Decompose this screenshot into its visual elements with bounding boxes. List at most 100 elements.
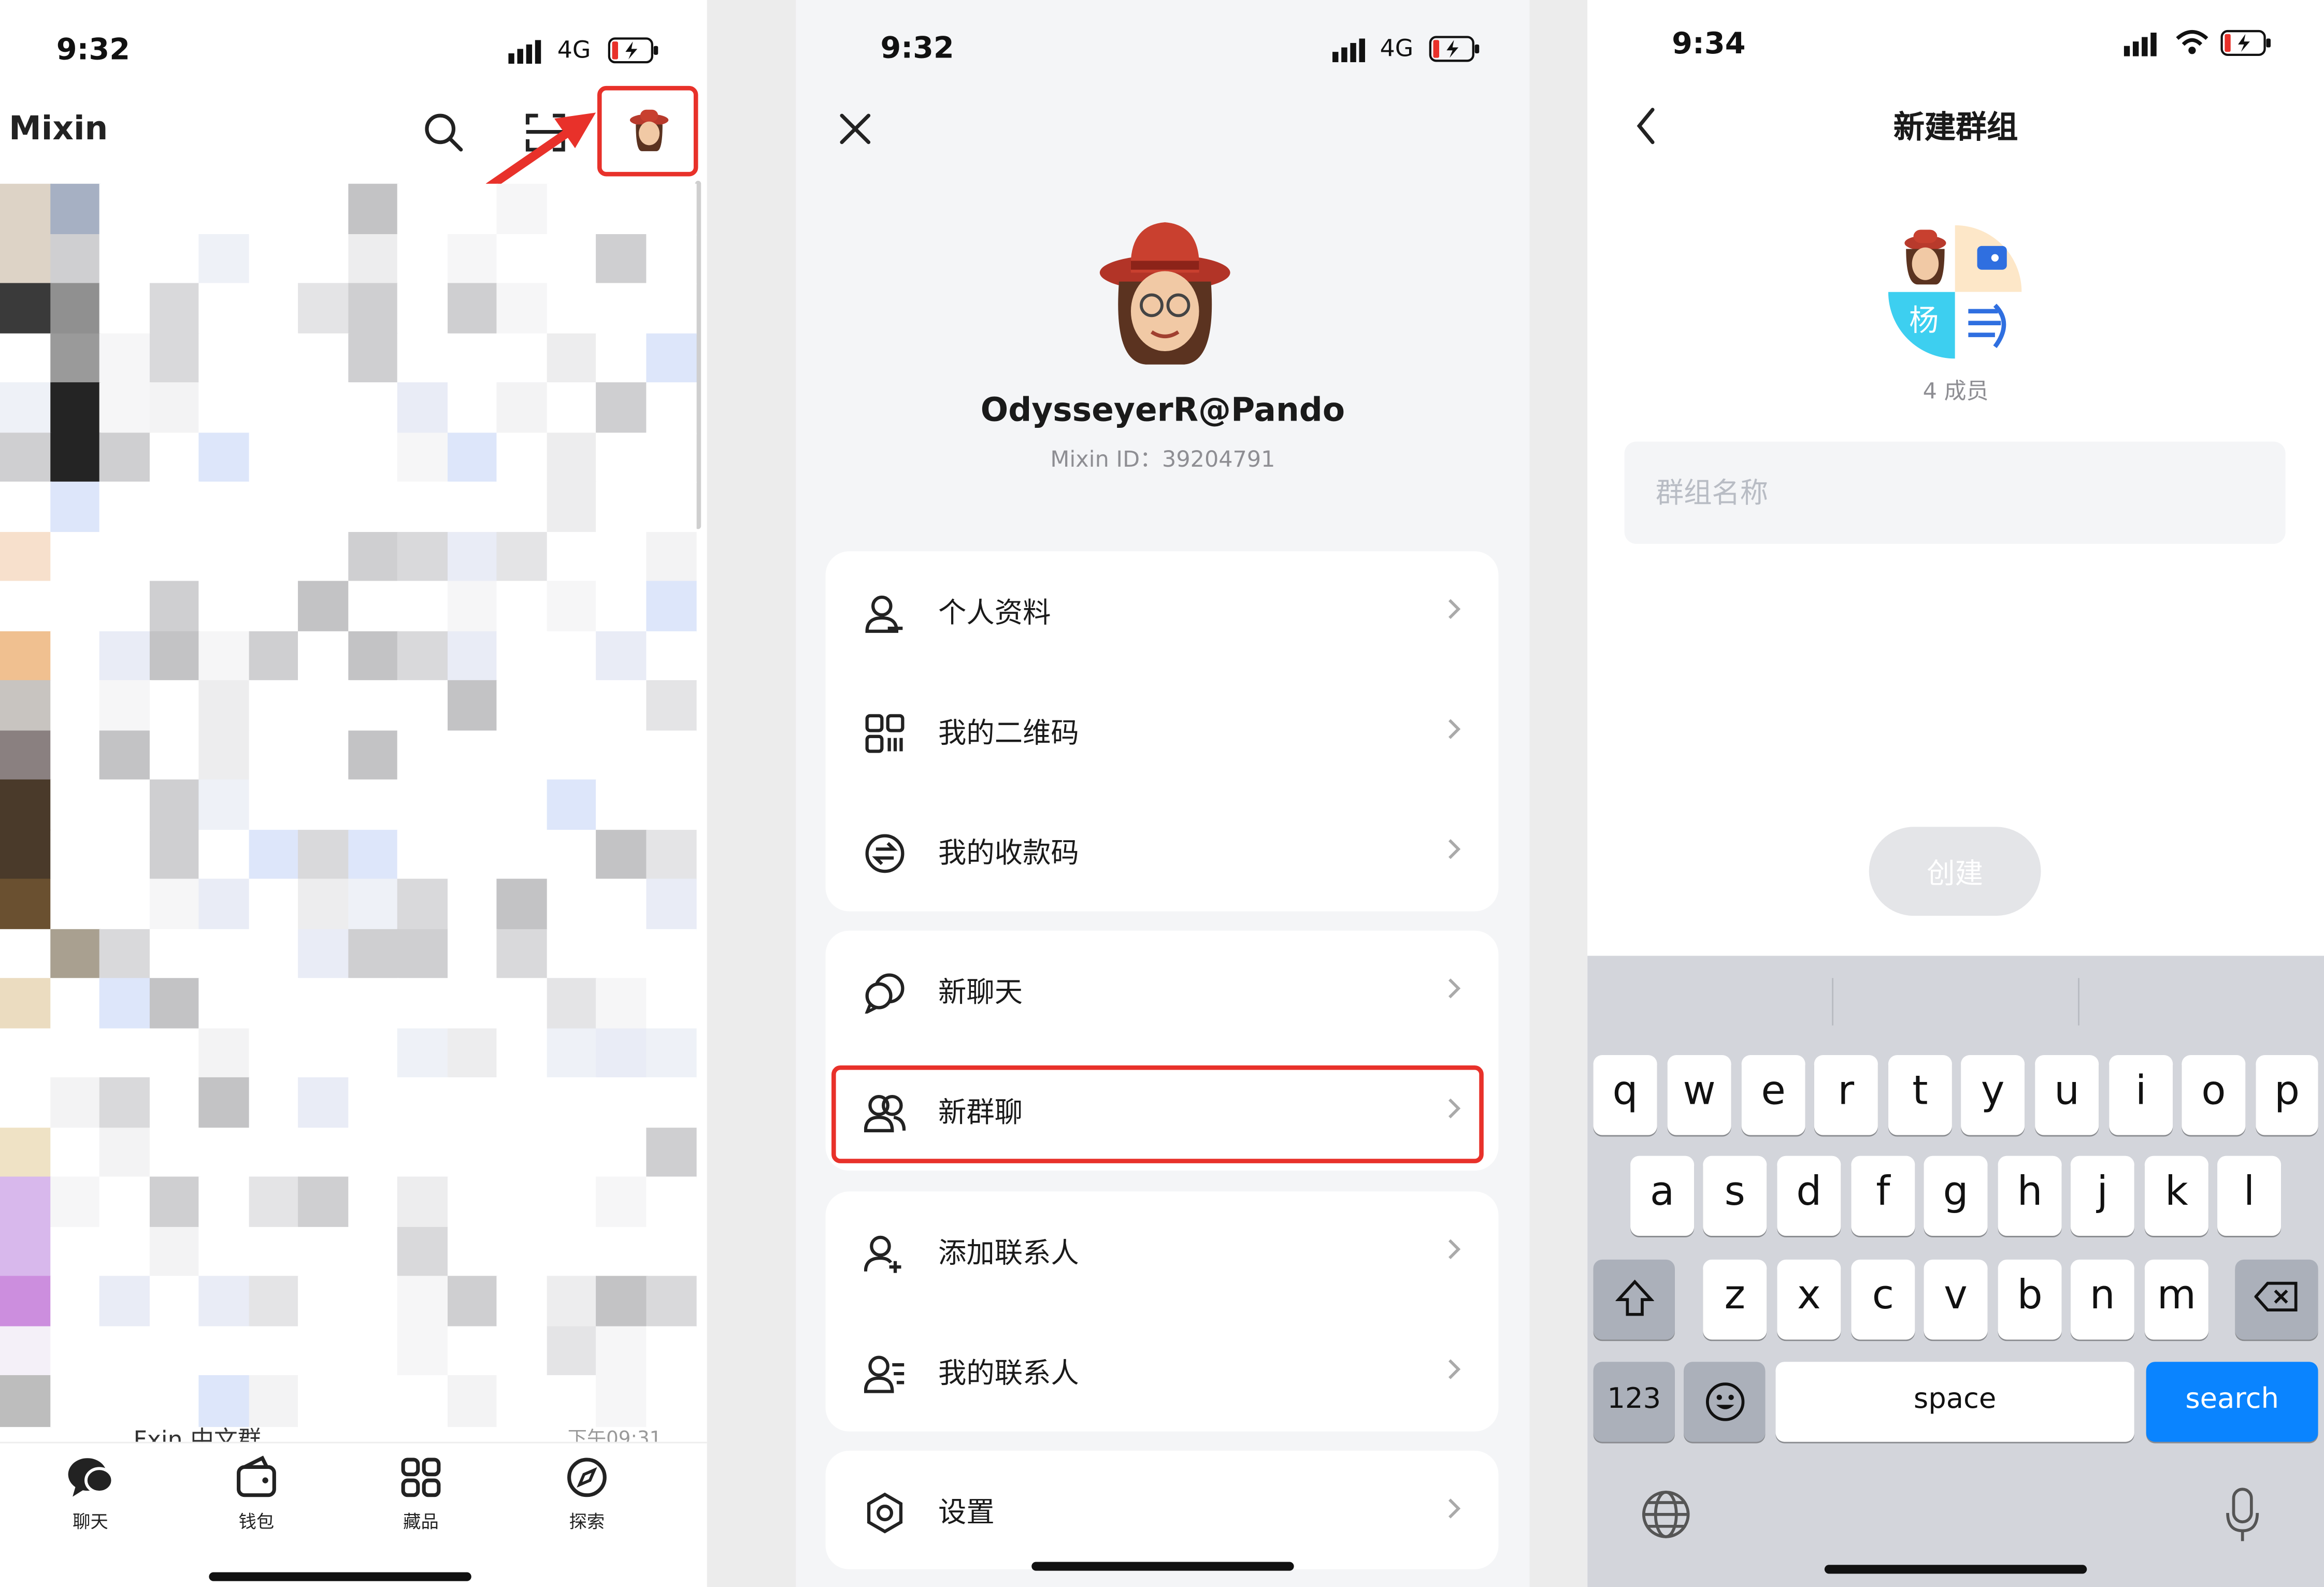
blur-tile — [397, 1127, 449, 1178]
blur-tile — [198, 630, 250, 682]
avatar-button[interactable] — [597, 85, 698, 177]
search-key[interactable]: search — [2146, 1362, 2318, 1442]
menu-item-receive-code[interactable]: 我的收款码 — [826, 791, 1499, 910]
blur-tile — [149, 581, 200, 632]
key-r[interactable]: r — [1814, 1055, 1878, 1135]
key-l[interactable]: l — [2217, 1156, 2282, 1236]
key-z[interactable]: z — [1703, 1259, 1767, 1340]
tab-collectibles[interactable]: 藏品 — [377, 1455, 466, 1534]
menu-item-qr-code[interactable]: 我的二维码 — [826, 671, 1499, 790]
blur-tile — [645, 1077, 697, 1129]
blur-tile — [149, 779, 200, 831]
key-h[interactable]: h — [1998, 1156, 2062, 1236]
blur-tile — [298, 779, 349, 831]
menu-item-settings[interactable]: 设置 — [826, 1451, 1499, 1569]
blur-tile — [645, 978, 697, 1029]
tab-label: 藏品 — [403, 1511, 439, 1533]
blur-tile — [397, 581, 449, 632]
blur-tile — [496, 1325, 548, 1377]
blur-tile — [248, 1276, 299, 1328]
key-g[interactable]: g — [1924, 1156, 1988, 1236]
key-y[interactable]: y — [1961, 1055, 2025, 1135]
menu-item-profile[interactable]: 个人资料 — [826, 551, 1499, 670]
blur-tile — [99, 730, 151, 781]
key-u[interactable]: u — [2035, 1055, 2099, 1135]
key-a[interactable]: a — [1630, 1156, 1695, 1236]
blur-tile — [447, 531, 498, 583]
group-name-input[interactable] — [1624, 441, 2286, 544]
blur-tile — [149, 183, 200, 235]
tab-label: 探索 — [569, 1511, 605, 1533]
blur-tile — [298, 183, 349, 235]
delete-key[interactable] — [2235, 1259, 2318, 1340]
create-button[interactable]: 创建 — [1869, 827, 2041, 916]
key-f[interactable]: f — [1851, 1156, 1915, 1236]
key-w[interactable]: w — [1667, 1055, 1731, 1135]
blur-tile — [198, 1176, 250, 1228]
blur-tile — [546, 481, 597, 533]
tab-wallet[interactable]: 钱包 — [212, 1455, 301, 1534]
menu-item-new-chat[interactable]: 新聊天 — [826, 931, 1499, 1049]
blur-tile — [496, 581, 548, 632]
key-p[interactable]: p — [2256, 1055, 2318, 1135]
blur-tile — [596, 1028, 647, 1079]
blur-tile — [99, 878, 151, 930]
blur-tile — [298, 333, 349, 384]
tab-explore[interactable]: 探索 — [542, 1455, 632, 1534]
blur-tile — [49, 978, 101, 1029]
key-v[interactable]: v — [1924, 1259, 1988, 1340]
globe-icon[interactable] — [1641, 1489, 1691, 1539]
key-j[interactable]: j — [2070, 1156, 2134, 1236]
key-k[interactable]: k — [2144, 1156, 2208, 1236]
tab-label: 钱包 — [238, 1511, 275, 1533]
key-i[interactable]: i — [2109, 1055, 2173, 1135]
blur-tile — [198, 878, 250, 930]
key-o[interactable]: o — [2182, 1055, 2246, 1135]
blur-tile — [248, 1375, 299, 1426]
blur-tile — [298, 878, 349, 930]
menu-item-contacts[interactable]: 我的联系人 — [826, 1311, 1499, 1430]
blur-tile — [49, 183, 101, 235]
blur-tile — [198, 283, 250, 335]
microphone-icon[interactable] — [2225, 1487, 2260, 1543]
shift-key[interactable] — [1593, 1259, 1675, 1340]
key-t[interactable]: t — [1888, 1055, 1952, 1135]
blur-tile — [248, 928, 299, 980]
blur-tile — [496, 829, 548, 881]
blur-tile — [496, 382, 548, 434]
blur-tile — [248, 382, 299, 434]
blur-tile — [248, 233, 299, 285]
chevron-right-icon — [1448, 978, 1461, 999]
tab-chat[interactable]: 聊天 — [46, 1455, 135, 1534]
blur-tile — [0, 481, 51, 533]
blur-tile — [198, 233, 250, 285]
blur-tile — [347, 779, 399, 831]
key-e[interactable]: e — [1741, 1055, 1805, 1135]
blur-tile — [447, 1176, 498, 1228]
blur-tile — [496, 283, 548, 335]
blur-tile — [149, 1028, 200, 1079]
key-s[interactable]: s — [1703, 1156, 1767, 1236]
key-c[interactable]: c — [1851, 1259, 1915, 1340]
blur-tile — [149, 1226, 200, 1278]
key-q[interactable]: q — [1593, 1055, 1657, 1135]
blur-tile — [298, 531, 349, 583]
blurred-chat-list — [0, 183, 697, 1447]
blur-tile — [447, 333, 498, 384]
blur-tile — [596, 878, 647, 930]
key-x[interactable]: x — [1777, 1259, 1841, 1340]
blur-tile — [149, 1325, 200, 1377]
search-icon[interactable] — [422, 111, 464, 153]
close-icon[interactable] — [839, 112, 871, 145]
blur-tile — [149, 1276, 200, 1328]
key-d[interactable]: d — [1777, 1156, 1841, 1236]
key-m[interactable]: m — [2144, 1259, 2208, 1340]
numbers-key[interactable]: 123 — [1593, 1362, 1675, 1442]
space-key[interactable]: space — [1775, 1362, 2134, 1442]
blur-tile — [248, 283, 299, 335]
menu-item-add-contact[interactable]: 添加联系人 — [826, 1191, 1499, 1310]
emoji-key[interactable] — [1684, 1362, 1766, 1442]
key-b[interactable]: b — [1998, 1259, 2062, 1340]
key-n[interactable]: n — [2070, 1259, 2134, 1340]
blur-tile — [49, 1375, 101, 1426]
